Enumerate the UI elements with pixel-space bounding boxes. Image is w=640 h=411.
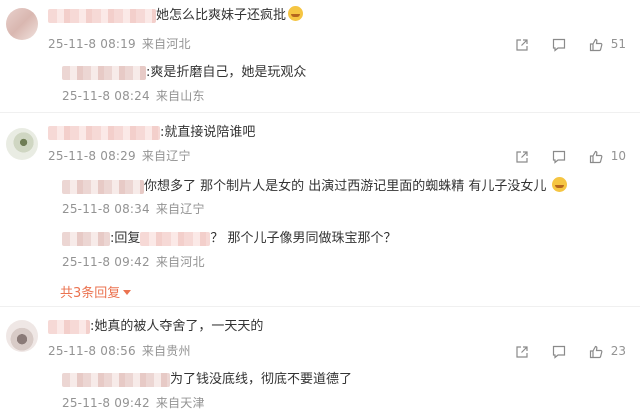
reply-text: 你想多了 那个制片人是女的 出演过西游记里面的蜘蛛精 有儿子没女儿 xyxy=(62,177,568,196)
divider xyxy=(0,306,640,307)
comment-icon[interactable] xyxy=(552,344,566,359)
avatar[interactable] xyxy=(6,320,38,352)
share-icon[interactable] xyxy=(515,344,529,358)
comment-icon[interactable] xyxy=(552,37,566,52)
reply-date: 25-11-8 08:34 xyxy=(62,202,150,216)
comment-actions: 23 xyxy=(492,342,626,360)
thumbs-up-icon[interactable] xyxy=(589,344,603,359)
comment-actions: 10 xyxy=(492,147,626,165)
share-icon[interactable] xyxy=(515,149,529,163)
comment-date: 25-11-8 08:56 xyxy=(48,344,136,358)
reply-target-username[interactable] xyxy=(140,231,211,246)
comment-meta: 25-11-8 08:29 来自辽宁 xyxy=(48,148,197,164)
like-count: 51 xyxy=(610,37,626,51)
reply-meta: 25-11-8 09:42 来自天津 xyxy=(62,395,211,411)
thumbs-up-icon[interactable] xyxy=(589,37,603,52)
avatar[interactable] xyxy=(6,128,38,160)
comment-date: 25-11-8 08:19 xyxy=(48,37,136,51)
caret-down-icon xyxy=(123,290,132,295)
comment-actions: 51 xyxy=(492,35,626,53)
comment-icon[interactable] xyxy=(552,149,566,164)
emoji-icon xyxy=(288,6,304,21)
comment-location: 来自贵州 xyxy=(141,344,191,358)
thumbs-up-icon[interactable] xyxy=(589,149,603,164)
reply-username[interactable] xyxy=(62,231,110,246)
comment-text: 她怎么比爽妹子还疯批 xyxy=(48,6,304,25)
emoji-icon xyxy=(552,177,568,192)
like-count: 10 xyxy=(610,149,626,163)
reply-username[interactable] xyxy=(62,179,144,194)
username[interactable] xyxy=(48,8,156,23)
comment-text: :就直接说陪谁吧 xyxy=(48,124,255,142)
reply-text: 为了钱没底线，彻底不要道德了 xyxy=(62,371,352,389)
reply-location: 来自河北 xyxy=(155,255,205,269)
comment-location: 来自河北 xyxy=(141,37,191,51)
reply-text: :回复？ 那个儿子像男同做珠宝那个？ xyxy=(62,230,397,248)
avatar[interactable] xyxy=(6,8,38,40)
comment-meta: 25-11-8 08:56 来自贵州 xyxy=(48,343,197,359)
reply-username[interactable] xyxy=(62,372,170,387)
reply-location: 来自辽宁 xyxy=(155,202,205,216)
reply-text: :爽是折磨自己，她是玩观众 xyxy=(62,64,306,82)
comment-text: :她真的被人夺舍了，一天天的 xyxy=(48,318,263,336)
comment-meta: 25-11-8 08:19 来自河北 xyxy=(48,36,197,52)
divider xyxy=(0,112,640,113)
comment-date: 25-11-8 08:29 xyxy=(48,149,136,163)
reply-meta: 25-11-8 08:24 来自山东 xyxy=(62,88,211,104)
reply-location: 来自山东 xyxy=(155,89,205,103)
username[interactable] xyxy=(48,319,90,334)
reply-date: 25-11-8 09:42 xyxy=(62,396,150,410)
like-count: 23 xyxy=(610,344,626,358)
reply-date: 25-11-8 09:42 xyxy=(62,255,150,269)
reply-location: 来自天津 xyxy=(155,396,205,410)
more-replies-link[interactable]: 共3条回复 xyxy=(60,282,132,301)
share-icon[interactable] xyxy=(515,37,529,51)
reply-date: 25-11-8 08:24 xyxy=(62,89,150,103)
reply-username[interactable] xyxy=(62,65,146,80)
reply-meta: 25-11-8 09:42 来自河北 xyxy=(62,254,211,270)
reply-meta: 25-11-8 08:34 来自辽宁 xyxy=(62,201,211,217)
username[interactable] xyxy=(48,125,160,140)
comment-location: 来自辽宁 xyxy=(141,149,191,163)
